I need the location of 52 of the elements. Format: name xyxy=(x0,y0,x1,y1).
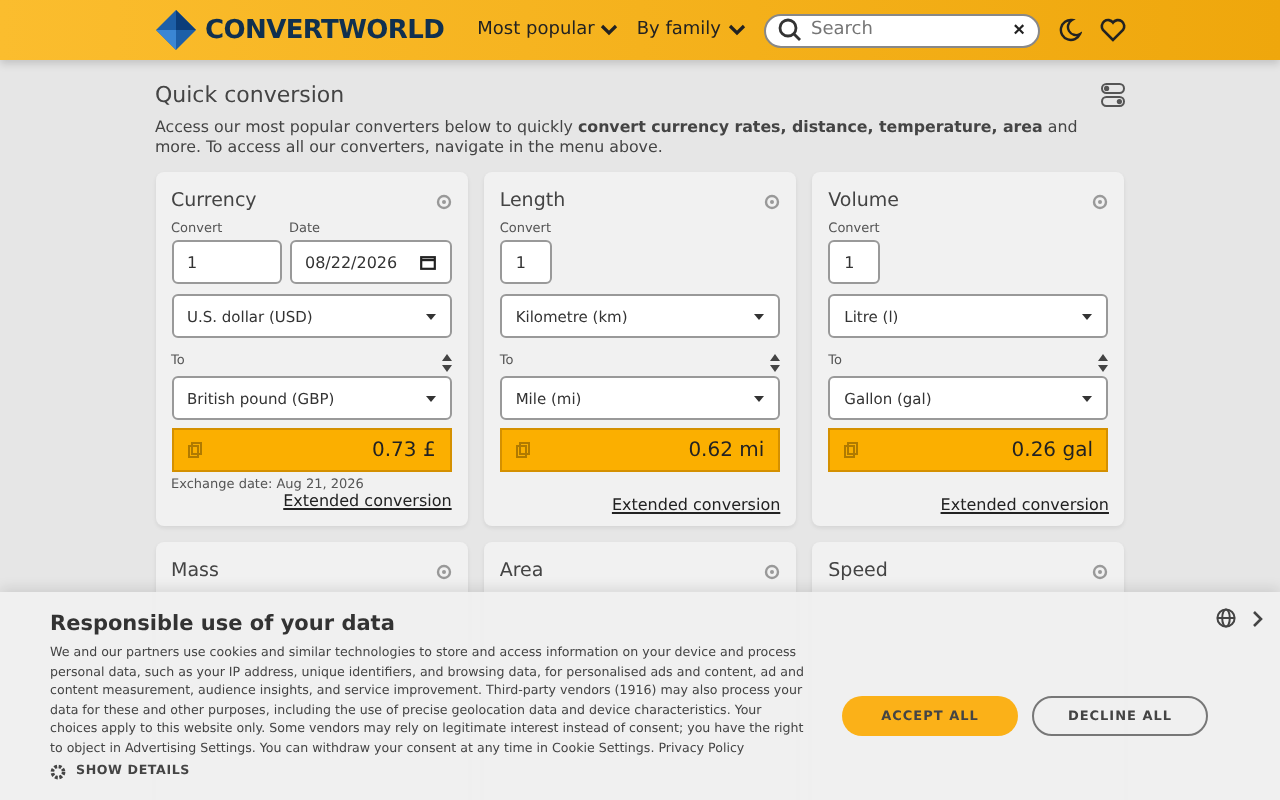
gear-icon[interactable] xyxy=(1092,563,1109,579)
card-title: Mass xyxy=(171,560,219,582)
section-title: Quick conversion xyxy=(155,82,345,108)
clear-button[interactable]: × xyxy=(1013,19,1025,41)
result-value: 0.26 gal xyxy=(1011,439,1093,461)
search-field[interactable]: Search × xyxy=(763,13,1039,47)
chevron-down-icon xyxy=(600,24,619,36)
nav-menu-button[interactable]: By family xyxy=(636,20,745,40)
moon-icon[interactable] xyxy=(1057,18,1081,42)
card-title: Currency xyxy=(171,190,257,212)
gear-icon xyxy=(50,763,66,780)
card-title: Volume xyxy=(828,190,899,212)
caret-icon xyxy=(425,313,436,319)
extended-conversion-link[interactable]: Extended conversion xyxy=(940,496,1109,514)
diamond-logo-icon xyxy=(155,10,195,50)
heart-icon[interactable] xyxy=(1099,18,1125,42)
result-value: 0.62 mi xyxy=(688,439,765,461)
caret-icon xyxy=(1082,313,1093,319)
copy-icon[interactable] xyxy=(187,442,201,458)
chevron-right-icon[interactable] xyxy=(1252,609,1264,627)
gear-icon[interactable] xyxy=(435,193,452,209)
caret-icon xyxy=(1082,395,1093,401)
swap-icon[interactable] xyxy=(770,354,781,372)
globe-icon[interactable] xyxy=(1216,608,1236,628)
search-icon xyxy=(777,18,801,42)
gear-icon[interactable] xyxy=(764,563,781,579)
gear-icon[interactable] xyxy=(435,563,452,579)
copy-icon[interactable] xyxy=(515,442,530,458)
amount-input[interactable]: 1 xyxy=(499,240,552,284)
card-title: Area xyxy=(499,560,544,582)
chevron-down-icon xyxy=(727,24,745,36)
swap-icon[interactable] xyxy=(441,354,452,372)
calendar-icon xyxy=(419,255,436,269)
gear-icon[interactable] xyxy=(764,193,781,209)
toggle-layout-icon[interactable] xyxy=(1099,82,1125,108)
site-logo[interactable]: CONVERTWORLD xyxy=(205,15,445,45)
card-title: Speed xyxy=(828,560,888,582)
caret-icon xyxy=(754,313,765,319)
amount-input[interactable]: 1 xyxy=(171,240,281,284)
card-title: Length xyxy=(499,190,566,212)
nav-menu-button[interactable]: Most popular xyxy=(477,20,619,40)
caret-icon xyxy=(425,395,436,401)
caret-icon xyxy=(754,395,765,401)
amount-input[interactable]: 1 xyxy=(828,240,880,284)
extended-conversion-link[interactable]: Extended conversion xyxy=(611,496,781,514)
extended-conversion-link[interactable]: Extended conversion xyxy=(283,492,452,510)
swap-icon[interactable] xyxy=(1098,354,1109,372)
copy-icon[interactable] xyxy=(844,442,859,458)
result-value: 0.73 £ xyxy=(372,439,436,461)
banner-title: Responsible use of your data xyxy=(50,612,395,636)
date-input[interactable]: 08/22/2026 xyxy=(289,240,452,284)
gear-icon[interactable] xyxy=(1092,193,1109,209)
